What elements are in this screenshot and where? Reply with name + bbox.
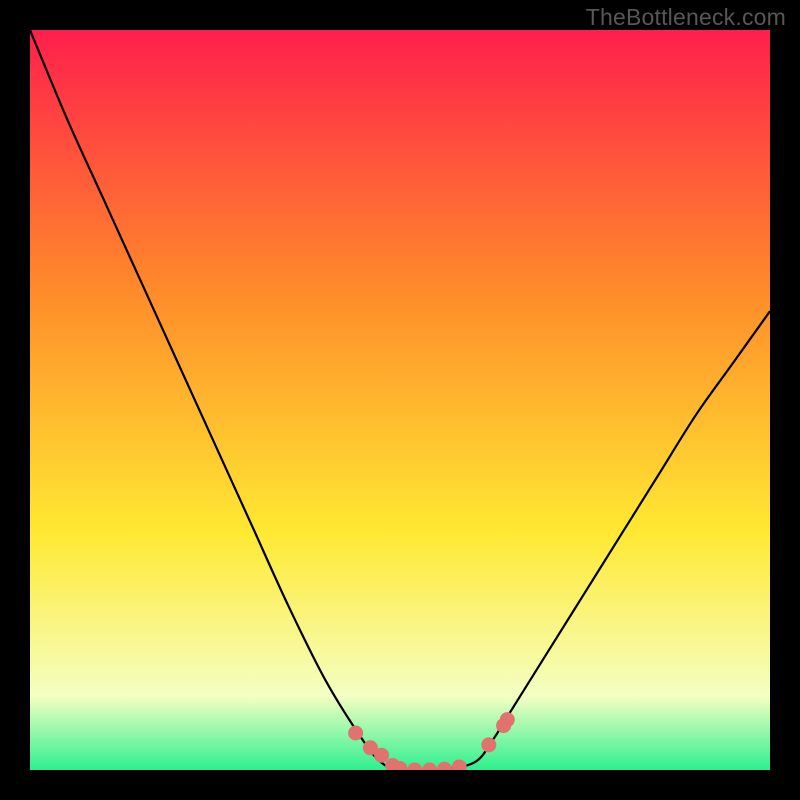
watermark-text: TheBottleneck.com (586, 4, 786, 31)
chart-svg (30, 30, 770, 770)
chart-frame: TheBottleneck.com (0, 0, 800, 800)
curve-marker (481, 737, 496, 752)
curve-marker (374, 748, 389, 763)
gradient-background (30, 30, 770, 770)
curve-marker (500, 712, 515, 727)
curve-marker (348, 726, 363, 741)
plot-area (30, 30, 770, 770)
